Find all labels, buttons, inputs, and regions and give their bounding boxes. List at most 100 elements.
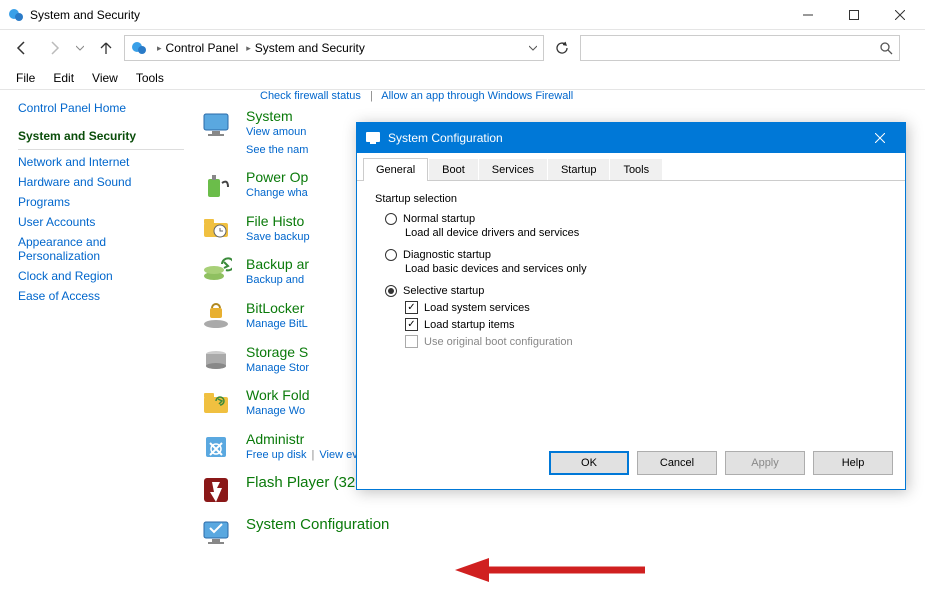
- category-title[interactable]: BitLocker: [246, 300, 308, 316]
- category-title[interactable]: Storage S: [246, 344, 309, 360]
- annotation-arrow: [455, 555, 655, 585]
- check-original-boot: Use original boot configuration: [405, 335, 887, 348]
- backup-icon: [200, 256, 232, 288]
- category-link[interactable]: Manage Stor: [246, 362, 309, 374]
- file-history-icon: [200, 213, 232, 245]
- tab-panel-general: Startup selection Normal startup Load al…: [357, 181, 905, 441]
- navbar: ▸ Control Panel ▸System and Security: [0, 30, 925, 66]
- check-label: Load system services: [424, 302, 530, 314]
- tab-general[interactable]: General: [363, 158, 428, 181]
- breadcrumb-item[interactable]: ▸ Control Panel: [153, 36, 242, 60]
- tab-services[interactable]: Services: [479, 159, 547, 180]
- sidebar-item-programs[interactable]: Programs: [18, 192, 184, 212]
- radio-normal-startup[interactable]: Normal startup: [385, 213, 887, 225]
- category-title[interactable]: Backup ar: [246, 256, 309, 272]
- chevron-right-icon: ▸: [246, 43, 251, 54]
- power-icon: [200, 169, 232, 201]
- radio-diagnostic-startup[interactable]: Diagnostic startup: [385, 249, 887, 261]
- category-link[interactable]: Manage BitL: [246, 318, 308, 330]
- category-title[interactable]: Administr: [246, 431, 368, 447]
- sidebar-item-hardware[interactable]: Hardware and Sound: [18, 172, 184, 192]
- radio-label: Diagnostic startup: [403, 249, 491, 261]
- dialog-tabs: General Boot Services Startup Tools: [357, 153, 905, 181]
- category-link[interactable]: Manage Wo: [246, 405, 305, 417]
- up-button[interactable]: [92, 34, 120, 62]
- back-button[interactable]: [8, 34, 36, 62]
- checkbox-icon: ✓: [405, 301, 418, 314]
- category-title[interactable]: Work Fold: [246, 387, 310, 403]
- window-title: System and Security: [30, 8, 785, 22]
- storage-icon: [200, 344, 232, 376]
- radio-label: Normal startup: [403, 213, 475, 225]
- admin-tools-icon: [200, 431, 232, 463]
- category-link[interactable]: See the nam: [246, 144, 308, 156]
- sidebar: Control Panel Home System and Security N…: [0, 90, 200, 593]
- menu-edit[interactable]: Edit: [45, 68, 82, 88]
- radio-icon: [385, 249, 397, 261]
- category-link[interactable]: Backup and: [246, 274, 304, 286]
- radio-label: Selective startup: [403, 285, 484, 297]
- breadcrumb-item[interactable]: ▸System and Security: [242, 36, 369, 60]
- minimize-button[interactable]: [785, 0, 831, 30]
- address-bar[interactable]: ▸ Control Panel ▸System and Security: [124, 35, 544, 61]
- category-title[interactable]: File Histo: [246, 213, 310, 229]
- sidebar-home[interactable]: Control Panel Home: [18, 98, 184, 118]
- check-load-startup[interactable]: ✓ Load startup items: [405, 318, 887, 331]
- radio-selective-startup[interactable]: Selective startup: [385, 285, 887, 297]
- cancel-button[interactable]: Cancel: [637, 451, 717, 475]
- category-title[interactable]: Power Op: [246, 169, 308, 185]
- apply-button: Apply: [725, 451, 805, 475]
- forward-button[interactable]: [40, 34, 68, 62]
- control-panel-icon: [8, 7, 24, 23]
- dialog-title: System Configuration: [388, 131, 857, 145]
- menu-tools[interactable]: Tools: [128, 68, 172, 88]
- refresh-button[interactable]: [548, 34, 576, 62]
- close-button[interactable]: [877, 0, 923, 30]
- address-dropdown[interactable]: [523, 36, 543, 60]
- category-title[interactable]: System Configuration: [246, 516, 389, 533]
- sidebar-item-network[interactable]: Network and Internet: [18, 152, 184, 172]
- history-dropdown[interactable]: [72, 34, 88, 62]
- dialog-titlebar[interactable]: System Configuration: [357, 123, 905, 153]
- chevron-right-icon: ▸: [157, 43, 162, 54]
- link-allow-app[interactable]: Allow an app through Windows Firewall: [381, 90, 573, 102]
- help-button[interactable]: Help: [813, 451, 893, 475]
- sidebar-item-users[interactable]: User Accounts: [18, 212, 184, 232]
- tab-startup[interactable]: Startup: [548, 159, 609, 180]
- category-link[interactable]: View amoun: [246, 126, 306, 138]
- work-folders-icon: [200, 387, 232, 419]
- bitlocker-icon: [200, 300, 232, 332]
- checkbox-icon: ✓: [405, 318, 418, 331]
- sidebar-item-system-security[interactable]: System and Security: [18, 126, 184, 150]
- category-link[interactable]: Free up disk: [246, 449, 307, 461]
- menu-file[interactable]: File: [8, 68, 43, 88]
- sidebar-item-ease[interactable]: Ease of Access: [18, 286, 184, 306]
- ok-button[interactable]: OK: [549, 451, 629, 475]
- category-sysconfig: System Configuration: [200, 516, 905, 548]
- search-box[interactable]: [580, 35, 900, 61]
- tab-boot[interactable]: Boot: [429, 159, 478, 180]
- category-title[interactable]: System: [246, 108, 308, 124]
- maximize-button[interactable]: [831, 0, 877, 30]
- breadcrumb-label: Control Panel: [166, 41, 239, 55]
- radio-desc: Load basic devices and services only: [405, 263, 887, 275]
- menu-view[interactable]: View: [84, 68, 126, 88]
- category-link[interactable]: Save backup: [246, 231, 310, 243]
- titlebar: System and Security: [0, 0, 925, 30]
- radio-icon: [385, 213, 397, 225]
- tab-tools[interactable]: Tools: [610, 159, 662, 180]
- check-load-services[interactable]: ✓ Load system services: [405, 301, 887, 314]
- system-configuration-dialog: System Configuration General Boot Servic…: [356, 122, 906, 490]
- check-label: Load startup items: [424, 319, 515, 331]
- radio-desc: Load all device drivers and services: [405, 227, 887, 239]
- sidebar-item-appearance[interactable]: Appearance and Personalization: [18, 232, 184, 266]
- dialog-close-button[interactable]: [857, 123, 903, 153]
- sidebar-item-clock[interactable]: Clock and Region: [18, 266, 184, 286]
- search-icon: [879, 41, 893, 55]
- menubar: File Edit View Tools: [0, 66, 925, 90]
- flash-icon: [200, 474, 232, 506]
- checkbox-icon: [405, 335, 418, 348]
- link-firewall-status[interactable]: Check firewall status: [260, 90, 361, 102]
- category-link[interactable]: Change wha: [246, 187, 308, 199]
- group-label: Startup selection: [375, 193, 887, 205]
